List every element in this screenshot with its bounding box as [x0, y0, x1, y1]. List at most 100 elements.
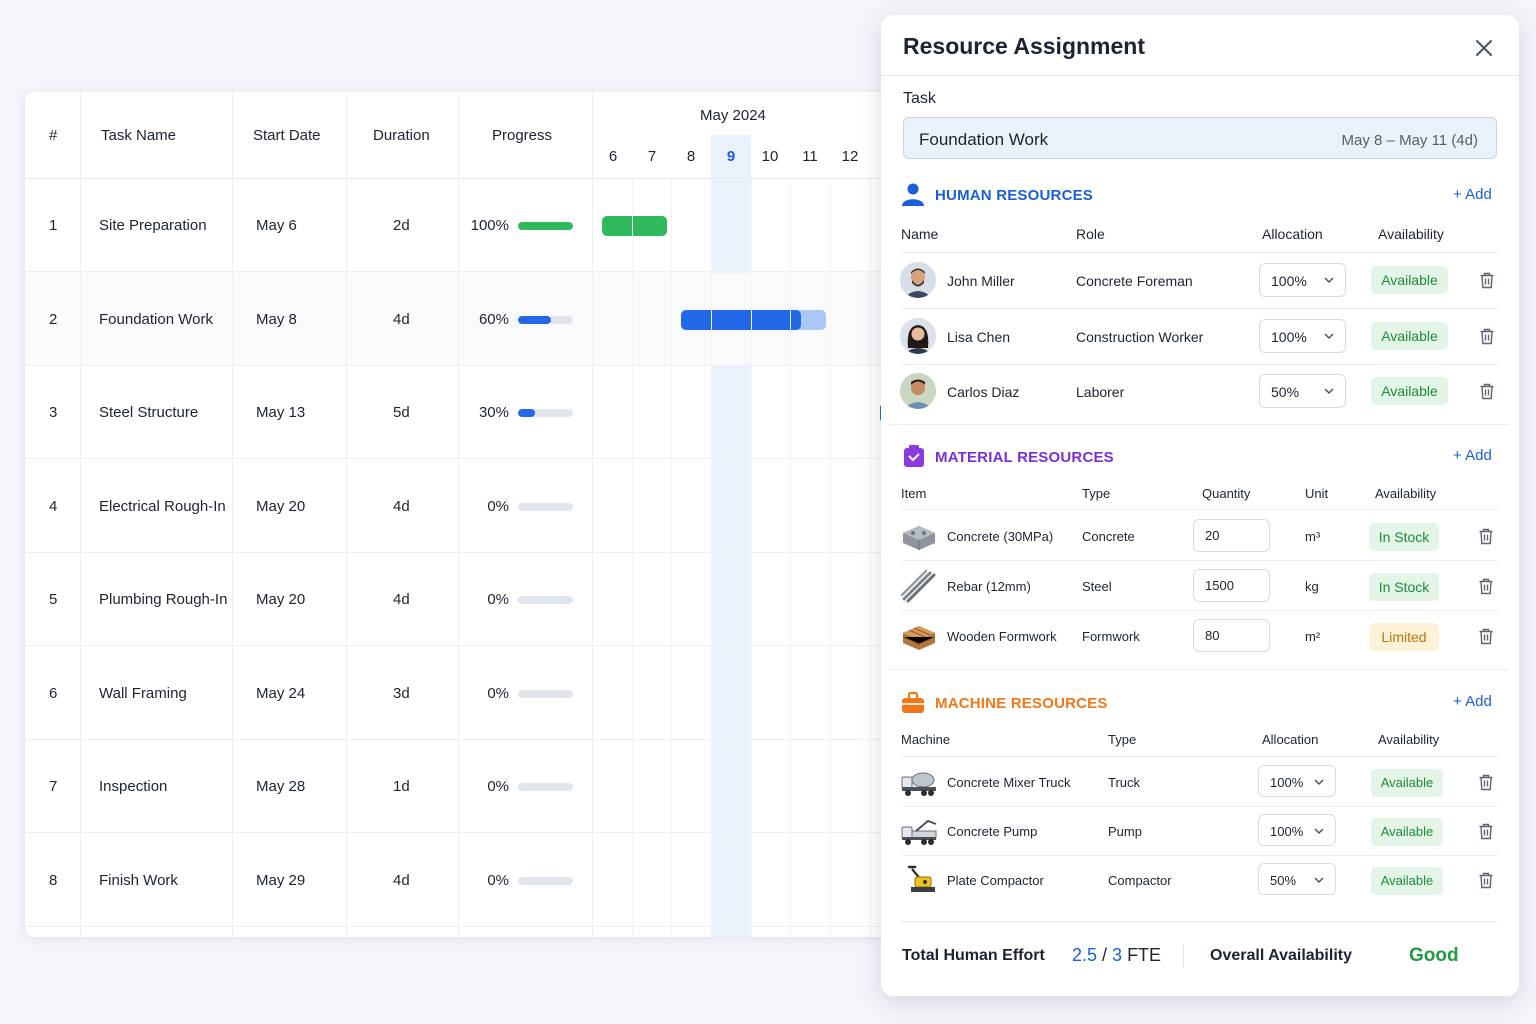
quantity-input[interactable]: 20: [1193, 519, 1270, 552]
material-name: Rebar (12mm): [947, 579, 1031, 594]
machine-name: Plate Compactor: [947, 873, 1044, 888]
task-name: Plumbing Rough-In: [99, 591, 228, 608]
header-duration[interactable]: Duration: [373, 127, 430, 144]
allocation-select[interactable]: 50%: [1259, 374, 1346, 408]
col-allocation: Allocation: [1262, 732, 1319, 747]
chevron-down-icon: [1324, 277, 1334, 284]
start-date: May 6: [256, 217, 297, 234]
human-resources-title: HUMAN RESOURCES: [935, 187, 1094, 204]
progress-fill: [518, 222, 573, 230]
resource-name: Lisa Chen: [947, 329, 1011, 345]
duration: 4d: [393, 310, 410, 328]
col-availability: Availability: [1378, 226, 1444, 242]
toolbox-icon: [902, 691, 924, 713]
progress-bar: [518, 783, 573, 791]
machine-type: Compactor: [1108, 873, 1172, 888]
material-name: Concrete (30MPa): [947, 529, 1054, 544]
trash-icon[interactable]: [1478, 578, 1494, 595]
task-name: Foundation Work: [919, 130, 1049, 149]
timeline-day: 12: [841, 148, 859, 165]
row-number: 8: [49, 871, 58, 889]
add-material-resource-button[interactable]: + Add: [1453, 447, 1492, 464]
task-field[interactable]: Foundation Work May 8 – May 11 (4d): [903, 117, 1497, 159]
allocation-select[interactable]: 100%: [1259, 263, 1346, 297]
allocation-value: 100%: [1270, 775, 1304, 790]
progress-bar: [518, 502, 573, 511]
resource-name: John Miller: [947, 273, 1015, 289]
chevron-down-icon: [1324, 388, 1334, 395]
add-human-resource-button[interactable]: + Add: [1453, 186, 1492, 203]
col-type: Type: [1108, 732, 1137, 747]
machine-type: Truck: [1108, 775, 1141, 790]
timeline-day: 6: [608, 148, 618, 165]
trash-icon[interactable]: [1478, 872, 1494, 889]
trash-icon[interactable]: [1478, 528, 1494, 545]
gantt-bar[interactable]: [602, 216, 668, 236]
gantt-bar[interactable]: [681, 309, 827, 330]
allocation-value: 100%: [1270, 824, 1304, 839]
overall-availability-value: Good: [1409, 945, 1459, 966]
header-start-date[interactable]: Start Date: [253, 127, 321, 144]
trash-icon[interactable]: [1478, 823, 1494, 840]
timeline-day: 11: [802, 148, 818, 165]
quantity-input[interactable]: 80: [1193, 619, 1270, 652]
status-badge: Available: [1371, 867, 1443, 895]
machine-name: Concrete Pump: [947, 824, 1038, 839]
trash-icon[interactable]: [1479, 272, 1495, 289]
timeline-day: 7: [647, 148, 657, 165]
allocation-select[interactable]: 100%: [1258, 814, 1336, 846]
trash-icon[interactable]: [1478, 628, 1494, 645]
status-badge: Available: [1371, 322, 1448, 350]
start-date: May 8: [256, 310, 297, 328]
col-allocation: Allocation: [1262, 226, 1323, 242]
duration: 5d: [393, 404, 410, 421]
task-name: Steel Structure: [99, 404, 199, 421]
allocation-select[interactable]: 50%: [1258, 863, 1336, 895]
progress-bar: [518, 876, 573, 885]
machine-name: Concrete Mixer Truck: [947, 775, 1071, 790]
close-icon[interactable]: [1471, 35, 1497, 61]
task-name: Foundation Work: [99, 310, 213, 328]
trash-icon[interactable]: [1479, 383, 1495, 400]
col-unit: Unit: [1305, 486, 1329, 501]
quantity-input[interactable]: 1500: [1193, 569, 1270, 602]
header-progress[interactable]: Progress: [492, 127, 552, 144]
progress-bar: [518, 689, 573, 698]
resource-role: Concrete Foreman: [1076, 273, 1193, 289]
row-number: 3: [49, 404, 58, 421]
start-date: May 24: [256, 684, 306, 702]
task-name: Finish Work: [99, 871, 178, 889]
gantt-header: # Task Name Start Date Duration Progress…: [25, 92, 925, 179]
trash-icon[interactable]: [1478, 774, 1494, 791]
material-unit: m²: [1305, 629, 1321, 644]
allocation-value: 50%: [1270, 873, 1297, 888]
total-effort-label: Total Human Effort: [902, 947, 1045, 964]
allocation-select[interactable]: 100%: [1259, 319, 1346, 353]
machine-type: Pump: [1108, 824, 1142, 839]
concrete-block-icon: [903, 526, 935, 550]
duration: 4d: [393, 591, 410, 608]
material-type: Concrete: [1082, 529, 1135, 544]
task-dates: May 8 – May 11 (4d): [1341, 132, 1478, 149]
task-label: Task: [903, 90, 936, 107]
add-machine-resource-button[interactable]: + Add: [1453, 693, 1492, 710]
start-date: May 20: [256, 497, 306, 515]
total-effort-value: 2.5 / 3 FTE: [1072, 945, 1162, 965]
trash-icon[interactable]: [1479, 328, 1495, 345]
header-task-name[interactable]: Task Name: [101, 127, 176, 144]
allocation-select[interactable]: 100%: [1258, 765, 1336, 797]
material-resources-title: MATERIAL RESOURCES: [935, 449, 1114, 466]
gantt-bar-progress: [681, 309, 802, 330]
material-unit: m³: [1305, 529, 1321, 544]
timeline-day: 8: [686, 148, 696, 165]
resource-role: Laborer: [1076, 384, 1125, 400]
progress-fill: [518, 409, 535, 417]
status-badge: Available: [1371, 377, 1448, 405]
progress-bar: [518, 409, 573, 417]
status-badge: Available: [1371, 769, 1443, 797]
duration: 3d: [393, 684, 410, 702]
duration: 1d: [393, 778, 410, 795]
rebar-icon: [900, 569, 936, 603]
start-date: May 20: [256, 591, 306, 608]
resource-assignment-panel: Resource Assignment Task Foundation Work…: [881, 15, 1519, 996]
